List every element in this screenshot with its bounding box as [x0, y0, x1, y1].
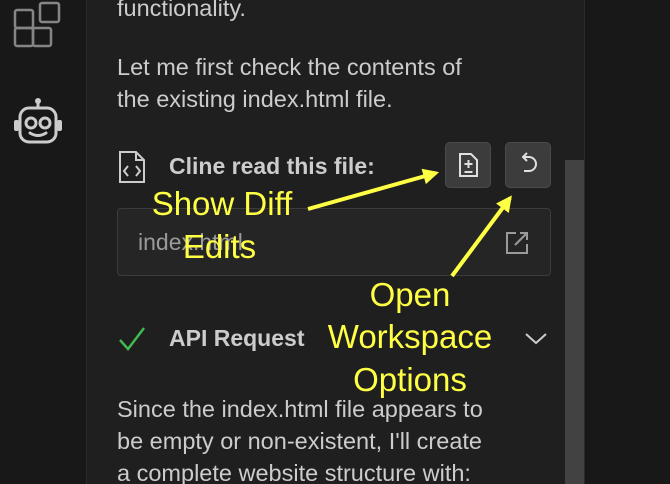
intro-text: functionality. — [117, 0, 246, 21]
extensions-icon[interactable] — [12, 0, 64, 52]
scrollbar[interactable] — [565, 160, 584, 484]
activity-bar — [0, 0, 87, 484]
annotation-open: Open — [369, 276, 451, 313]
check-text-line-2: the existing index.html file. — [117, 86, 393, 112]
add-file-icon — [459, 153, 478, 177]
show-diff-button[interactable] — [445, 142, 491, 188]
response-text-line-2: be empty or non-existent, I'll create — [117, 428, 482, 454]
file-code-icon — [119, 151, 145, 183]
robot-icon[interactable] — [12, 96, 64, 148]
api-request-label: API Request — [169, 325, 305, 351]
undo-button[interactable] — [505, 142, 551, 188]
check-icon — [119, 327, 145, 351]
file-read-label: Cline read this file: — [169, 153, 375, 179]
annotation-options: Options — [353, 361, 467, 398]
undo-icon — [521, 152, 537, 172]
response-text-line-3: a complete website structure with: — [117, 460, 471, 484]
annotation-workspace: Workspace — [327, 318, 493, 355]
chevron-down-icon[interactable] — [524, 329, 548, 347]
editor-area — [584, 0, 670, 484]
open-external-icon[interactable] — [504, 230, 530, 256]
check-text-line-1: Let me first check the contents of — [117, 54, 462, 80]
annotation-show-diff: Show Diff — [151, 185, 293, 222]
annotation-edits: Edits — [182, 228, 257, 265]
